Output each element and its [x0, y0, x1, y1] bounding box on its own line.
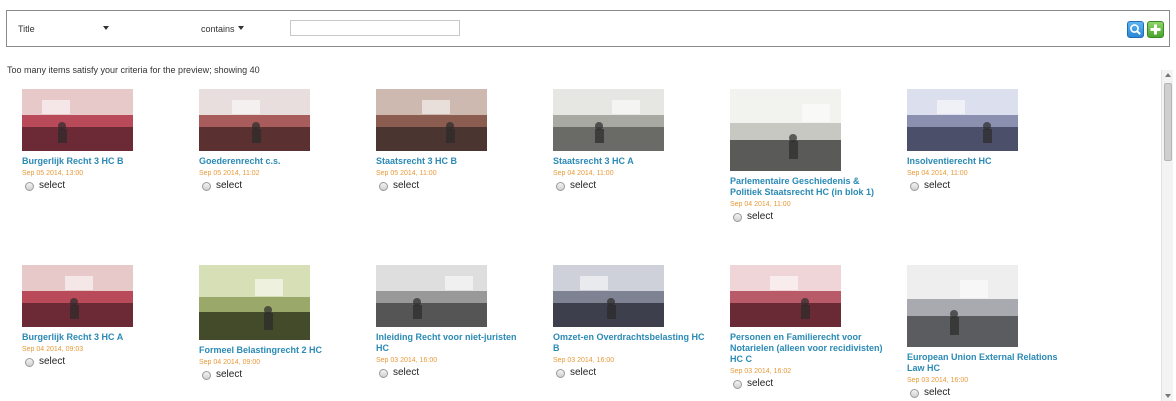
- video-thumbnail[interactable]: [907, 89, 1018, 151]
- scroll-thumb[interactable]: [1164, 83, 1172, 161]
- select-label: select: [216, 368, 243, 380]
- select-radio[interactable]: [556, 182, 565, 191]
- result-card: Parlementaire Geschiedenis & Politiek St…: [730, 89, 890, 222]
- result-card: European Union External Relations Law HC…: [907, 265, 1067, 398]
- result-card: Omzet-en Overdrachtsbelasting HC B Sep 0…: [553, 265, 713, 378]
- result-card: Insolventierecht HC Sep 04 2014, 11:00 s…: [907, 89, 1067, 191]
- item-title-link[interactable]: Goederenrecht c.s.: [199, 156, 354, 167]
- select-radio[interactable]: [202, 182, 211, 191]
- video-thumbnail[interactable]: [553, 265, 664, 327]
- video-thumbnail[interactable]: [730, 89, 841, 171]
- video-thumbnail[interactable]: [199, 265, 310, 340]
- select-option[interactable]: select: [910, 386, 1067, 398]
- result-card: Inleiding Recht voor niet-juristen HC Se…: [376, 265, 536, 378]
- select-label: select: [39, 179, 66, 191]
- item-date: Sep 04 2014, 11:00: [730, 201, 791, 208]
- video-thumbnail[interactable]: [553, 89, 664, 151]
- select-option[interactable]: select: [379, 366, 536, 378]
- select-label: select: [216, 179, 243, 191]
- select-radio[interactable]: [379, 369, 388, 378]
- item-title-link[interactable]: Personen en Familierecht voor Notarielen…: [730, 332, 885, 365]
- item-title-link[interactable]: Staatsrecht 3 HC A: [553, 156, 708, 167]
- scroll-up-arrow-icon[interactable]: [1165, 73, 1171, 77]
- select-option[interactable]: select: [25, 355, 182, 367]
- select-label: select: [570, 366, 597, 378]
- item-date: Sep 04 2014, 09:03: [22, 346, 84, 353]
- item-date: Sep 03 2014, 16:02: [730, 368, 792, 375]
- item-date: Sep 03 2014, 16:00: [553, 357, 615, 364]
- video-thumbnail[interactable]: [907, 265, 1018, 347]
- item-date: Sep 04 2014, 09:00: [199, 359, 261, 366]
- video-thumbnail[interactable]: [376, 89, 487, 151]
- item-title-link[interactable]: Omzet-en Overdrachtsbelasting HC B: [553, 332, 708, 354]
- select-radio[interactable]: [733, 213, 742, 222]
- item-date: Sep 04 2014, 11:00: [907, 170, 968, 177]
- result-card: Goederenrecht c.s. Sep 05 2014, 11:02 se…: [199, 89, 359, 191]
- select-label: select: [39, 355, 66, 367]
- item-title-link[interactable]: European Union External Relations Law HC: [907, 352, 1062, 374]
- select-label: select: [924, 179, 951, 191]
- result-card: Staatsrecht 3 HC A Sep 04 2014, 11:00 se…: [553, 89, 713, 191]
- select-option[interactable]: select: [25, 179, 182, 191]
- result-card: Formeel Belastingrecht 2 HC Sep 04 2014,…: [199, 265, 359, 380]
- result-card: Personen en Familierecht voor Notarielen…: [730, 265, 890, 389]
- item-date: Sep 04 2014, 11:00: [553, 170, 614, 177]
- video-thumbnail[interactable]: [730, 265, 841, 327]
- result-card: Burgerlijk Recht 3 HC A Sep 04 2014, 09:…: [22, 265, 182, 367]
- item-date: Sep 03 2014, 16:00: [376, 357, 438, 364]
- select-label: select: [924, 386, 951, 398]
- select-option[interactable]: select: [733, 210, 890, 222]
- select-radio[interactable]: [25, 182, 34, 191]
- video-thumbnail[interactable]: [22, 265, 133, 327]
- result-card: Staatsrecht 3 HC B Sep 05 2014, 11:00 se…: [376, 89, 536, 191]
- select-radio[interactable]: [202, 371, 211, 380]
- select-radio[interactable]: [556, 369, 565, 378]
- select-option[interactable]: select: [556, 179, 713, 191]
- select-option[interactable]: select: [556, 366, 713, 378]
- item-date: Sep 05 2014, 11:02: [199, 170, 260, 177]
- select-label: select: [570, 179, 597, 191]
- select-label: select: [393, 179, 420, 191]
- select-radio[interactable]: [733, 380, 742, 389]
- item-title-link[interactable]: Parlementaire Geschiedenis & Politiek St…: [730, 176, 885, 198]
- video-thumbnail[interactable]: [376, 265, 487, 327]
- item-date: Sep 05 2014, 11:00: [376, 170, 437, 177]
- select-option[interactable]: select: [910, 179, 1067, 191]
- scroll-down-arrow-icon[interactable]: [1165, 394, 1171, 398]
- scrollbar[interactable]: [1161, 70, 1173, 401]
- item-title-link[interactable]: Insolventierecht HC: [907, 156, 1062, 167]
- video-thumbnail[interactable]: [22, 89, 133, 151]
- select-radio[interactable]: [379, 182, 388, 191]
- select-label: select: [393, 366, 420, 378]
- select-option[interactable]: select: [202, 368, 359, 380]
- item-title-link[interactable]: Burgerlijk Recht 3 HC A: [22, 332, 177, 343]
- item-title-link[interactable]: Burgerlijk Recht 3 HC B: [22, 156, 177, 167]
- video-thumbnail[interactable]: [199, 89, 310, 151]
- select-option[interactable]: select: [733, 377, 890, 389]
- select-option[interactable]: select: [202, 179, 359, 191]
- result-card: Burgerlijk Recht 3 HC B Sep 05 2014, 13:…: [22, 89, 182, 191]
- select-label: select: [747, 377, 774, 389]
- item-date: Sep 03 2014, 16:00: [907, 377, 969, 384]
- item-title-link[interactable]: Inleiding Recht voor niet-juristen HC: [376, 332, 531, 354]
- item-title-link[interactable]: Formeel Belastingrecht 2 HC: [199, 345, 354, 356]
- select-radio[interactable]: [25, 358, 34, 367]
- select-label: select: [747, 210, 774, 222]
- select-option[interactable]: select: [379, 179, 536, 191]
- select-radio[interactable]: [910, 389, 919, 398]
- item-date: Sep 05 2014, 13:00: [22, 170, 84, 177]
- item-title-link[interactable]: Staatsrecht 3 HC B: [376, 156, 531, 167]
- results-grid: Burgerlijk Recht 3 HC B Sep 05 2014, 13:…: [0, 0, 1160, 401]
- select-radio[interactable]: [910, 182, 919, 191]
